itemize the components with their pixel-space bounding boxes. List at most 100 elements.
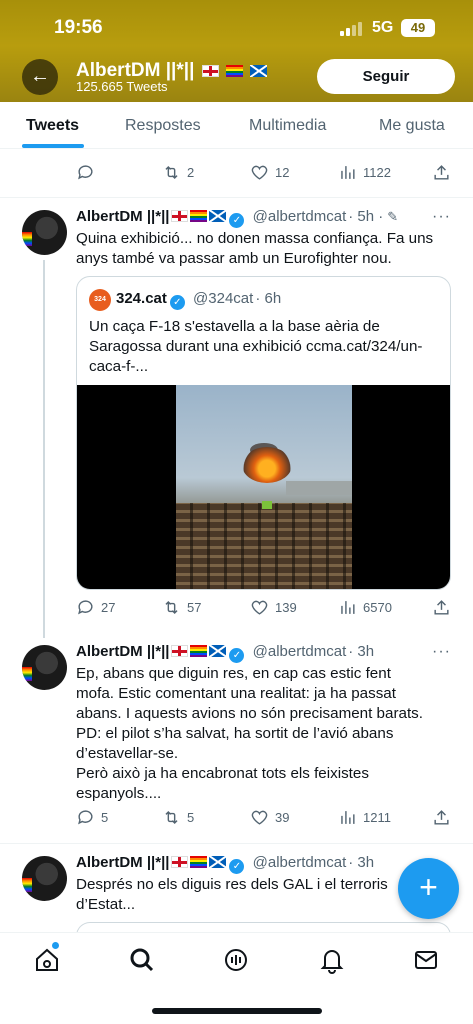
tab-media[interactable]: Multimedia bbox=[249, 117, 326, 135]
reply-icon bbox=[78, 600, 93, 615]
spaces-icon[interactable] bbox=[222, 946, 250, 974]
share-icon bbox=[434, 810, 449, 825]
tweet-actions: 5 5 39 1211 bbox=[76, 808, 454, 830]
verified-badge-icon: ✓ bbox=[229, 859, 245, 874]
verified-badge-icon: ✓ bbox=[229, 648, 245, 663]
signal-icon bbox=[340, 22, 364, 36]
heart-icon bbox=[251, 810, 268, 825]
status-time: 19:56 bbox=[54, 17, 103, 38]
scotland-flag-icon bbox=[209, 210, 227, 222]
bell-icon[interactable] bbox=[318, 946, 346, 974]
tweet-text: Ep, abans que diguin res, en cap cas est… bbox=[76, 665, 423, 802]
scotland-flag-icon bbox=[209, 645, 227, 657]
thread-line bbox=[43, 260, 45, 638]
views-button[interactable]: 6570 bbox=[338, 598, 392, 617]
views-icon bbox=[341, 601, 355, 614]
rainbow-flag-icon bbox=[190, 856, 208, 868]
tab-replies[interactable]: Respostes bbox=[125, 117, 201, 135]
retweet-icon bbox=[165, 165, 178, 180]
england-flag-icon bbox=[171, 210, 189, 222]
tweet-actions: 2 12 1122 bbox=[76, 163, 454, 185]
video-player[interactable] bbox=[77, 385, 450, 589]
network-type: 5G bbox=[372, 19, 394, 36]
tweet-header: AlbertDM ||*|| ✓ @albertdmcat · 3h bbox=[76, 854, 374, 874]
divider bbox=[0, 843, 473, 844]
like-button[interactable]: 39 bbox=[250, 808, 289, 827]
author-handle[interactable]: @albertdmcat bbox=[253, 643, 347, 660]
reply-button[interactable]: 5 bbox=[76, 808, 108, 827]
like-button[interactable]: 139 bbox=[250, 598, 297, 617]
profile-tabs: Tweets Respostes Multimedia Me gusta bbox=[0, 102, 473, 149]
retweet-button[interactable]: 5 bbox=[162, 808, 194, 827]
tweet-header: AlbertDM ||*|| ✓ @albertdmcat · 5h · ✎ bbox=[76, 208, 398, 228]
tweet-text: Després no els diguis res dels GAL i el … bbox=[76, 876, 388, 913]
tweet-time: · 3h bbox=[348, 643, 375, 660]
quoted-tweet[interactable]: 324 324.cat ✓ @324cat · 6h Un caça F-18 s'… bbox=[76, 276, 451, 590]
back-button[interactable]: ← bbox=[22, 59, 58, 95]
active-tab-indicator bbox=[22, 144, 84, 148]
share-button[interactable] bbox=[432, 163, 451, 182]
avatar[interactable] bbox=[22, 856, 67, 901]
quote-time: · 6h bbox=[255, 290, 282, 307]
share-icon bbox=[434, 600, 449, 615]
reply-icon bbox=[78, 165, 93, 180]
compose-tweet-button[interactable]: + bbox=[398, 858, 459, 919]
heart-icon bbox=[251, 165, 268, 180]
avatar[interactable] bbox=[22, 645, 67, 690]
divider bbox=[0, 197, 473, 198]
search-icon[interactable] bbox=[128, 946, 156, 974]
quote-author-name: 324.cat bbox=[116, 290, 167, 307]
views-icon bbox=[341, 166, 355, 179]
share-button[interactable] bbox=[432, 808, 451, 827]
messages-icon[interactable] bbox=[412, 946, 440, 974]
status-bar: 19:56 5G 49 bbox=[0, 0, 473, 58]
reply-icon bbox=[78, 810, 93, 825]
follow-button[interactable]: Seguir bbox=[317, 59, 455, 94]
tweet-actions: 27 57 139 6570 bbox=[76, 598, 454, 620]
retweet-icon bbox=[165, 600, 178, 615]
retweet-button[interactable]: 57 bbox=[162, 598, 201, 617]
more-options-icon[interactable]: ··· bbox=[432, 208, 451, 226]
author-name[interactable]: AlbertDM ||*|| bbox=[76, 854, 169, 871]
tweet-header: AlbertDM ||*|| ✓ @albertdmcat · 3h bbox=[76, 643, 374, 663]
avatar[interactable] bbox=[22, 210, 67, 255]
video-thumbnail bbox=[176, 385, 352, 589]
author-handle[interactable]: @albertdmcat bbox=[253, 208, 347, 225]
quote-text: Un caça F-18 s'estavella a la base aèria… bbox=[89, 318, 423, 375]
retweet-button[interactable]: 2 bbox=[162, 163, 194, 182]
heart-icon bbox=[251, 600, 268, 615]
more-options-icon[interactable]: ··· bbox=[432, 643, 451, 661]
tweet-count: 125.665 Tweets bbox=[76, 79, 168, 94]
tweet-text: Quina exhibició... no donen massa confia… bbox=[76, 230, 434, 267]
views-icon bbox=[341, 811, 355, 824]
tweet-time: · 3h bbox=[348, 854, 375, 871]
author-name[interactable]: AlbertDM ||*|| bbox=[76, 643, 169, 660]
england-flag-icon bbox=[171, 645, 189, 657]
views-button[interactable]: 1211 bbox=[338, 808, 391, 827]
tab-likes[interactable]: Me gusta bbox=[379, 117, 445, 135]
quote-author-handle: @324cat bbox=[193, 290, 254, 307]
rainbow-flag-icon bbox=[190, 645, 208, 657]
verified-badge-icon: ✓ bbox=[229, 213, 245, 228]
tweet-time: · 5h · bbox=[348, 208, 384, 225]
like-button[interactable]: 12 bbox=[250, 163, 289, 182]
england-flag-icon bbox=[171, 856, 189, 868]
england-flag-icon bbox=[201, 65, 219, 77]
rainbow-flag-icon bbox=[190, 210, 208, 222]
reply-button[interactable]: 27 bbox=[76, 598, 115, 617]
views-button[interactable]: 1122 bbox=[338, 163, 391, 182]
home-indicator bbox=[152, 1008, 322, 1014]
author-handle[interactable]: @albertdmcat bbox=[253, 854, 347, 871]
share-icon bbox=[434, 165, 449, 180]
reply-button[interactable] bbox=[76, 163, 95, 182]
scotland-flag-icon bbox=[250, 65, 268, 77]
home-icon[interactable] bbox=[33, 946, 61, 974]
quote-header: 324.cat ✓ @324cat · 6h bbox=[116, 290, 281, 310]
edit-icon: ✎ bbox=[387, 209, 399, 224]
verified-badge-icon: ✓ bbox=[169, 295, 185, 310]
author-name[interactable]: AlbertDM ||*|| bbox=[76, 208, 169, 225]
share-button[interactable] bbox=[432, 598, 451, 617]
notification-dot bbox=[52, 942, 59, 949]
tab-tweets[interactable]: Tweets bbox=[26, 117, 79, 135]
quote-avatar: 324 bbox=[89, 289, 111, 311]
